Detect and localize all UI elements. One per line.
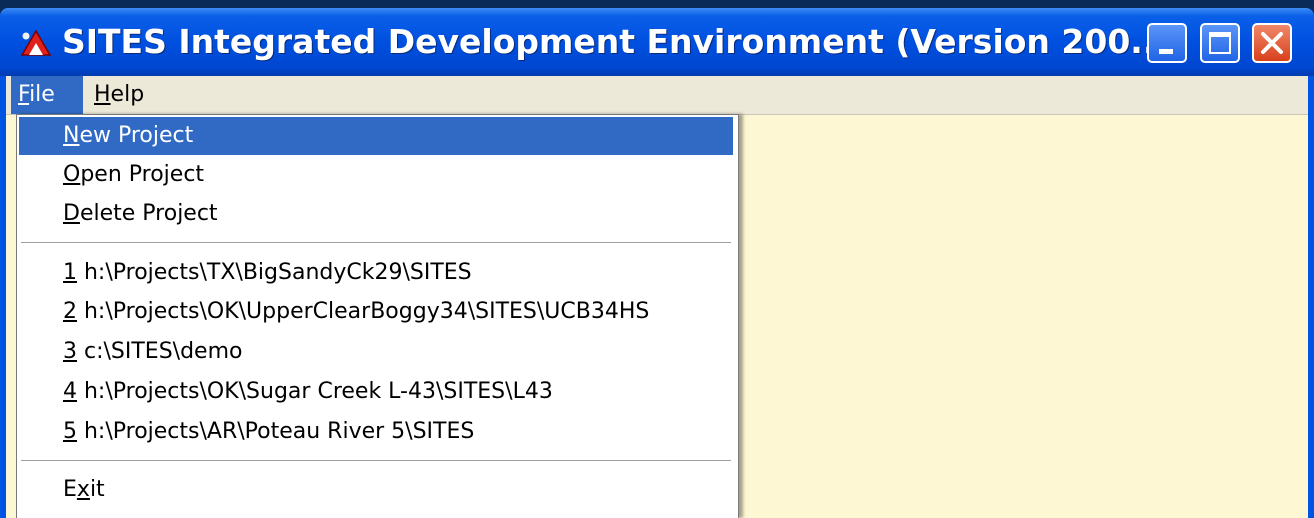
exit-label-start: E (63, 477, 77, 502)
recent-project-1[interactable]: 1 h:\Projects\TX\BigSandyCk29\SITES (19, 254, 733, 292)
delete-project-item[interactable]: Delete Project (19, 195, 733, 233)
menu-separator (21, 242, 731, 244)
minimize-icon (1159, 49, 1173, 54)
menu-file-label: ile (29, 82, 55, 107)
menu-file[interactable]: File (11, 76, 83, 114)
open-project-accel: O (63, 162, 81, 187)
minimize-button[interactable] (1147, 23, 1187, 63)
menu-file-accel: F (18, 82, 30, 107)
recent-project-3[interactable]: 3 c:\SITES\demo (19, 333, 733, 371)
recent-project-4[interactable]: 4 h:\Projects\OK\Sugar Creek L-43\SITES\… (19, 373, 733, 411)
recent-2-accel: 2 (63, 299, 77, 324)
app-window: SITES Integrated Development Environment… (0, 8, 1314, 518)
new-project-label: ew Project (79, 123, 194, 148)
exit-item[interactable]: Exit (19, 471, 733, 509)
recent-2-path: h:\Projects\OK\UpperClearBoggy34\SITES\U… (77, 299, 650, 324)
menu-help[interactable]: Help (87, 76, 157, 114)
recent-5-accel: 5 (63, 419, 77, 444)
recent-project-5[interactable]: 5 h:\Projects\AR\Poteau River 5\SITES (19, 413, 733, 451)
recent-3-path: c:\SITES\demo (77, 339, 243, 364)
open-project-label: pen Project (80, 162, 205, 187)
menu-help-label: elp (110, 82, 145, 107)
recent-project-2[interactable]: 2 h:\Projects\OK\UpperClearBoggy34\SITES… (19, 293, 733, 331)
recent-4-path: h:\Projects\OK\Sugar Creek L-43\SITES\L4… (77, 379, 553, 404)
maximize-button[interactable] (1200, 23, 1240, 63)
close-icon (1261, 32, 1283, 54)
recent-1-path: h:\Projects\TX\BigSandyCk29\SITES (77, 260, 472, 285)
recent-4-accel: 4 (63, 379, 77, 404)
exit-label-end: it (89, 477, 105, 502)
recent-3-accel: 3 (63, 339, 77, 364)
menu-separator (21, 460, 731, 462)
recent-5-path: h:\Projects\AR\Poteau River 5\SITES (77, 419, 475, 444)
delete-project-accel: D (63, 201, 80, 226)
close-button[interactable] (1252, 23, 1292, 63)
window-title: SITES Integrated Development Environment… (62, 22, 1168, 61)
open-project-item[interactable]: Open Project (19, 156, 733, 194)
menu-help-accel: H (94, 82, 111, 107)
file-menu-dropdown: New Project Open Project Delete Project … (16, 114, 739, 518)
new-project-item[interactable]: New Project (19, 117, 733, 155)
workspace: File Help New Project Open Project Delet… (6, 76, 1308, 518)
new-project-accel: N (63, 123, 80, 148)
exit-accel: x (76, 477, 90, 502)
menu-bar: File Help (6, 76, 1308, 115)
title-bar[interactable]: SITES Integrated Development Environment… (0, 8, 1314, 76)
app-icon (20, 29, 52, 56)
recent-1-accel: 1 (63, 260, 77, 285)
maximize-icon (1209, 32, 1231, 54)
delete-project-label: elete Project (79, 201, 218, 226)
